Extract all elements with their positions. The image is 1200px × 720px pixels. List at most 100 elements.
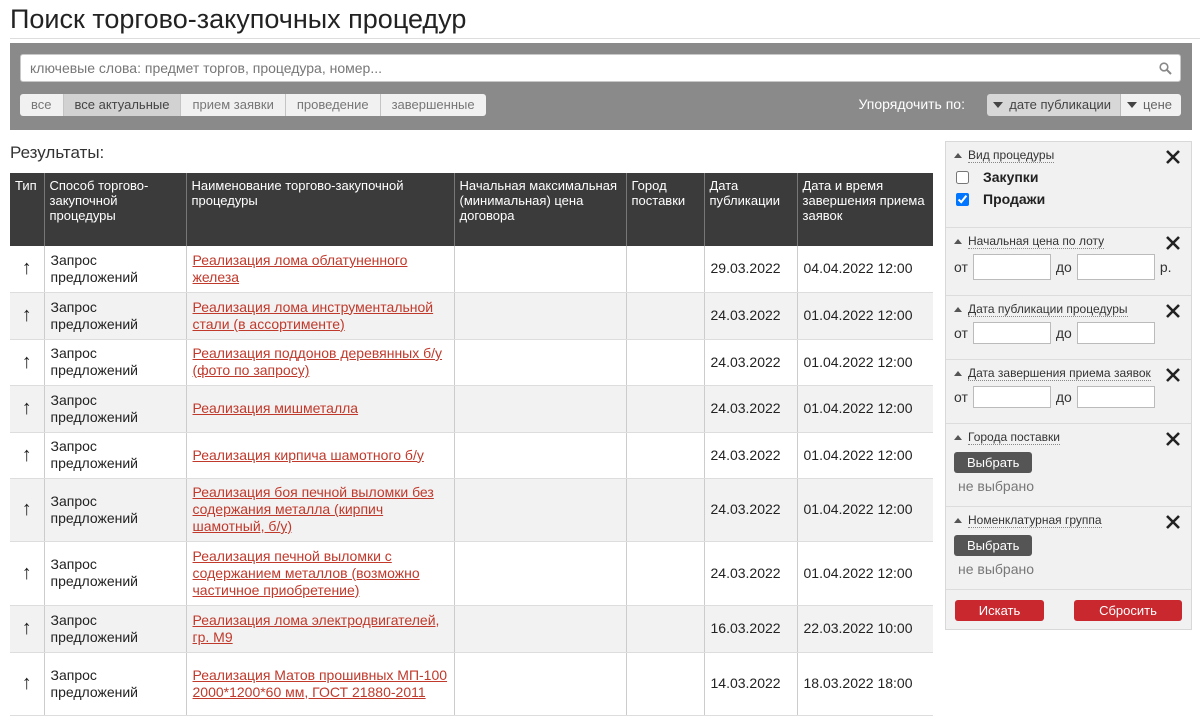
results-table: Тип Способ торгово-закупочной процедуры …	[10, 173, 933, 716]
close-icon[interactable]	[1165, 235, 1181, 251]
search-panel: все все актуальные прием заявки проведен…	[10, 43, 1192, 130]
close-icon[interactable]	[1165, 514, 1181, 530]
row-name-link[interactable]: Реализация мишметалла	[193, 400, 359, 416]
row-name-link[interactable]: Реализация Матов прошивных МП-100 2000*1…	[193, 667, 448, 700]
search-button[interactable]: Искать	[955, 600, 1044, 621]
row-name-link[interactable]: Реализация лома электродвигателей, гр. М…	[193, 612, 440, 645]
row-price	[453, 432, 626, 479]
row-price	[453, 478, 626, 542]
row-published: 29.03.2022	[703, 246, 797, 293]
row-method: Запрос предложений	[43, 246, 186, 293]
reset-button[interactable]: Сбросить	[1074, 600, 1182, 621]
row-deadline: 18.03.2022 18:00	[796, 652, 933, 716]
filter-tab-all-actual[interactable]: все актуальные	[63, 94, 182, 116]
row-name-link[interactable]: Реализация лома облатуненного железа	[193, 252, 408, 285]
filter-procedure-type-toggle[interactable]: Вид процедуры	[954, 148, 1183, 163]
sort-by-date-label: дате публикации	[1009, 97, 1112, 112]
nomenclature-value: не выбрано	[958, 561, 1035, 577]
price-to-input[interactable]	[1076, 254, 1155, 280]
filter-publish-date: Дата публикации процедуры от до	[946, 296, 1191, 360]
filter-procedure-type: Вид процедуры Закупки Продажи	[946, 142, 1191, 228]
row-name-link[interactable]: Реализация печной выломки с содержанием …	[193, 548, 420, 598]
filter-tab-accepting[interactable]: прием заявки	[181, 94, 286, 116]
row-method: Запрос предложений	[43, 541, 186, 606]
row-city	[625, 432, 704, 479]
cities-value: не выбрано	[958, 478, 1035, 494]
filter-publish-date-toggle[interactable]: Дата публикации процедуры	[954, 302, 1183, 317]
sort-by-date-button[interactable]: дате публикации	[987, 94, 1121, 116]
row-deadline: 22.03.2022 10:00	[796, 605, 933, 653]
search-icon[interactable]	[1159, 62, 1172, 75]
column-header-name: Наименование торгово-закупочной процедур…	[185, 173, 454, 246]
type-arrow-icon: ↑	[10, 385, 44, 433]
filter-deadline-date-toggle[interactable]: Дата завершения приема заявок	[954, 366, 1183, 381]
column-header-published: Дата публикации	[703, 173, 797, 246]
close-icon[interactable]	[1165, 431, 1181, 447]
filter-start-price-toggle[interactable]: Начальная цена по лоту	[954, 234, 1183, 249]
collapse-caret-icon	[954, 518, 962, 523]
close-icon[interactable]	[1165, 303, 1181, 319]
close-icon[interactable]	[1165, 149, 1181, 165]
row-name-link[interactable]: Реализация боя печной выломки без содерж…	[193, 484, 434, 534]
row-deadline: 01.04.2022 12:00	[796, 339, 933, 386]
filter-tab-completed[interactable]: завершенные	[380, 94, 486, 116]
publish-date-from-input[interactable]	[972, 322, 1051, 344]
page-title: Поиск торгово-закупочных процедур	[10, 4, 467, 34]
row-method: Запрос предложений	[43, 339, 186, 386]
collapse-caret-icon	[954, 371, 962, 376]
filter-nomenclature-toggle[interactable]: Номенклатурная группа	[954, 513, 1183, 528]
publish-date-to-input[interactable]	[1076, 322, 1155, 344]
row-name-link[interactable]: Реализация лома инструментальной стали (…	[193, 299, 434, 332]
row-published: 24.03.2022	[703, 478, 797, 542]
row-deadline: 01.04.2022 12:00	[796, 385, 933, 433]
table-row: ↑ Запрос предложений Реализация кирпича …	[10, 432, 933, 479]
status-filter-tabs: все все актуальные прием заявки проведен…	[20, 94, 486, 116]
sort-by-price-button[interactable]: цене	[1120, 94, 1181, 116]
to-label: до	[1055, 389, 1072, 405]
filter-cities-toggle[interactable]: Города поставки	[954, 430, 1183, 445]
filter-sidebar: Вид процедуры Закупки Продажи Начальная …	[945, 141, 1192, 630]
filter-tab-all[interactable]: все	[20, 94, 64, 116]
row-published: 24.03.2022	[703, 292, 797, 340]
table-row: ↑ Запрос предложений Реализация Матов пр…	[10, 652, 933, 716]
collapse-caret-icon	[954, 239, 962, 244]
type-arrow-icon: ↑	[10, 605, 44, 653]
row-city	[625, 478, 704, 542]
price-from-input[interactable]	[972, 254, 1051, 280]
deadline-date-from-input[interactable]	[972, 386, 1051, 408]
collapse-caret-icon	[954, 435, 962, 440]
table-row: ↑ Запрос предложений Реализация печной в…	[10, 541, 933, 606]
row-price	[453, 541, 626, 606]
row-name-link[interactable]: Реализация поддонов деревянных б/у (фото…	[193, 345, 443, 378]
row-published: 16.03.2022	[703, 605, 797, 653]
purchases-checkbox[interactable]	[956, 170, 969, 184]
select-cities-button[interactable]: Выбрать	[954, 452, 1033, 473]
deadline-date-to-input[interactable]	[1076, 386, 1155, 408]
filter-start-price-title: Начальная цена по лоту	[968, 234, 1105, 249]
row-published: 24.03.2022	[703, 339, 797, 386]
select-nomenclature-button[interactable]: Выбрать	[954, 535, 1033, 556]
to-label: до	[1055, 259, 1072, 275]
column-header-type: Тип	[10, 173, 44, 246]
row-method: Запрос предложений	[43, 478, 186, 542]
row-method: Запрос предложений	[43, 605, 186, 653]
filter-tab-in-progress[interactable]: проведение	[285, 94, 381, 116]
type-arrow-icon: ↑	[10, 432, 44, 479]
sales-checkbox[interactable]	[956, 192, 969, 206]
table-row: ↑ Запрос предложений Реализация боя печн…	[10, 478, 933, 542]
row-city	[625, 246, 704, 293]
row-deadline: 01.04.2022 12:00	[796, 292, 933, 340]
type-arrow-icon: ↑	[10, 541, 44, 606]
row-name-link[interactable]: Реализация кирпича шамотного б/у	[193, 447, 424, 463]
close-icon[interactable]	[1165, 367, 1181, 383]
from-label: от	[954, 325, 968, 341]
search-input[interactable]	[20, 54, 1181, 82]
row-published: 24.03.2022	[703, 541, 797, 606]
row-deadline: 01.04.2022 12:00	[796, 478, 933, 542]
row-city	[625, 292, 704, 340]
type-arrow-icon: ↑	[10, 339, 44, 386]
deadline-date-range-row: от до	[954, 386, 1183, 408]
row-city	[625, 385, 704, 433]
column-header-deadline: Дата и время завершения приема заявок	[796, 173, 933, 246]
sort-by-price-label: цене	[1143, 97, 1172, 112]
